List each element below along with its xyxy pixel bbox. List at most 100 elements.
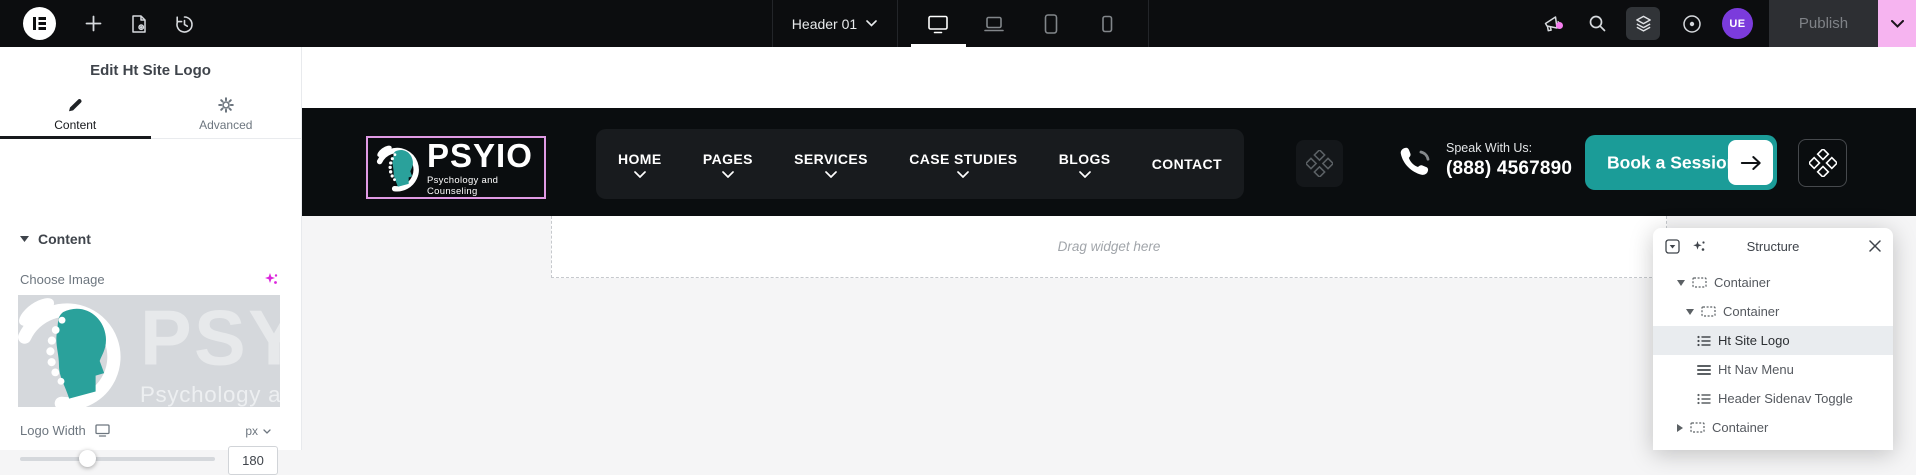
- logo-width-slider[interactable]: [20, 457, 215, 461]
- megaphone-icon: [1542, 13, 1564, 35]
- nav-label: CASE STUDIES: [909, 151, 1017, 167]
- logo-width-label: Logo Width: [20, 423, 86, 438]
- tree-label: Ht Site Logo: [1718, 333, 1790, 348]
- publish-options-button[interactable]: [1878, 0, 1916, 47]
- brand-name: PSYIO: [427, 139, 544, 172]
- structure-toggle-button[interactable]: [1626, 7, 1660, 40]
- slider-handle[interactable]: [79, 450, 96, 467]
- mobile-mode-button[interactable]: [1092, 0, 1122, 47]
- phone-icon: [1396, 143, 1432, 179]
- tree-row-ht-site-logo[interactable]: Ht Site Logo: [1653, 326, 1893, 355]
- collapse-all-icon[interactable]: [1665, 239, 1680, 254]
- tree-label: Ht Nav Menu: [1718, 362, 1794, 377]
- chevron-down-icon: [722, 171, 734, 178]
- tree-label: Container: [1714, 275, 1770, 290]
- structure-panel-header: Structure: [1653, 228, 1893, 264]
- chevron-down-icon: [825, 171, 837, 178]
- tree-label: Header Sidenav Toggle: [1718, 391, 1853, 406]
- nav-item-services[interactable]: SERVICES: [794, 151, 868, 178]
- site-header-section[interactable]: PSYIO Psychology and Counseling HOME PAG…: [302, 108, 1916, 216]
- choose-image-label: Choose Image: [20, 272, 105, 287]
- brand-name: PSYIO: [140, 298, 280, 376]
- brand-logo-icon: [18, 295, 128, 407]
- tab-advanced[interactable]: Advanced: [151, 90, 302, 138]
- widget-drop-zone[interactable]: Drag widget here: [551, 216, 1667, 278]
- panel-tabs: Content Advanced: [0, 90, 301, 139]
- tablet-mode-button[interactable]: [1036, 0, 1066, 47]
- finder-search-button[interactable]: [1582, 0, 1612, 47]
- layers-icon: [1634, 14, 1653, 33]
- publish-label: Publish: [1799, 15, 1848, 32]
- editor-topbar: Header 01: [0, 0, 1916, 47]
- plus-icon: [85, 15, 102, 32]
- nav-item-case-studies[interactable]: CASE STUDIES: [909, 151, 1017, 178]
- laptop-icon: [982, 12, 1006, 36]
- tree-label: Container: [1712, 420, 1768, 435]
- menu-icon: [1697, 364, 1711, 376]
- caret-right-icon: [1677, 424, 1683, 432]
- tab-label: Content: [54, 118, 96, 132]
- tree-row-container-inner[interactable]: Container: [1653, 297, 1893, 326]
- phone-contact-widget[interactable]: Speak With Us: (888) 4567890: [1396, 141, 1572, 180]
- sidenav-toggle-dim[interactable]: [1296, 140, 1343, 187]
- publish-button[interactable]: Publish: [1769, 0, 1878, 47]
- search-icon: [1588, 14, 1607, 33]
- diamond-grid-icon: [1809, 149, 1837, 177]
- structure-panel: Structure Container Container Ht Site Lo…: [1653, 228, 1893, 450]
- preview-button[interactable]: [1677, 0, 1707, 47]
- site-logo-widget-selected[interactable]: PSYIO Psychology and Counseling: [366, 136, 546, 199]
- unit-selector[interactable]: px: [245, 424, 271, 438]
- book-session-button[interactable]: Book a Session: [1585, 135, 1777, 190]
- tree-row-ht-nav-menu[interactable]: Ht Nav Menu: [1653, 355, 1893, 384]
- active-device-indicator: [911, 44, 966, 47]
- close-icon[interactable]: [1869, 240, 1881, 252]
- nav-label: BLOGS: [1059, 151, 1111, 167]
- nav-item-pages[interactable]: PAGES: [703, 151, 753, 178]
- avatar-initials: UE: [1729, 18, 1745, 30]
- elementor-menu-button[interactable]: [23, 7, 56, 40]
- caret-down-icon: [1677, 280, 1685, 286]
- page-settings-button[interactable]: [116, 0, 161, 47]
- ai-sparkle-icon[interactable]: [264, 272, 279, 287]
- logo-width-row: Logo Width: [20, 423, 110, 438]
- tree-row-container-bottom[interactable]: Container: [1653, 413, 1893, 442]
- diamond-grid-icon: [1306, 150, 1333, 177]
- nav-label: SERVICES: [794, 151, 868, 167]
- tree-row-header-sidenav-toggle[interactable]: Header Sidenav Toggle: [1653, 384, 1893, 413]
- nav-item-blogs[interactable]: BLOGS: [1059, 151, 1111, 178]
- image-preview[interactable]: PSYIO Psychology and Counseling: [18, 295, 280, 407]
- add-element-button[interactable]: [71, 0, 116, 47]
- nav-item-home[interactable]: HOME: [618, 151, 662, 178]
- mobile-icon: [1096, 13, 1118, 35]
- widget-list-icon: [1697, 335, 1711, 347]
- user-avatar[interactable]: UE: [1722, 8, 1753, 39]
- desktop-icon[interactable]: [95, 424, 110, 437]
- structure-tree: Container Container Ht Site Logo Ht Nav …: [1653, 264, 1893, 442]
- chevron-down-icon: [263, 429, 271, 434]
- tree-row-container-outer[interactable]: Container: [1653, 268, 1893, 297]
- tab-label: Advanced: [199, 118, 252, 132]
- page-settings-icon: [129, 14, 149, 34]
- chevron-down-icon: [957, 171, 969, 178]
- ai-sparkle-icon[interactable]: [1692, 239, 1707, 254]
- history-button[interactable]: [161, 0, 206, 47]
- brand-tagline: Psychology and Counseling: [427, 175, 544, 197]
- desktop-icon: [926, 12, 950, 36]
- container-icon: [1692, 277, 1707, 288]
- nav-item-contact[interactable]: CONTACT: [1152, 156, 1222, 172]
- laptop-mode-button[interactable]: [979, 0, 1009, 47]
- tree-label: Container: [1723, 304, 1779, 319]
- tab-content[interactable]: Content: [0, 90, 151, 138]
- document-switcher[interactable]: Header 01: [772, 0, 897, 47]
- section-title: Content: [38, 231, 91, 247]
- desktop-mode-button[interactable]: [923, 0, 953, 47]
- container-icon: [1690, 422, 1705, 433]
- content-section-header[interactable]: Content: [20, 231, 91, 247]
- chevron-down-icon: [634, 171, 646, 178]
- logo-width-input[interactable]: [228, 446, 278, 475]
- widget-list-icon: [1697, 393, 1711, 405]
- elementor-logo-icon: [32, 16, 47, 31]
- whats-new-button[interactable]: [1538, 0, 1568, 47]
- nav-label: CONTACT: [1152, 156, 1222, 172]
- sidenav-toggle-bright[interactable]: [1798, 139, 1847, 187]
